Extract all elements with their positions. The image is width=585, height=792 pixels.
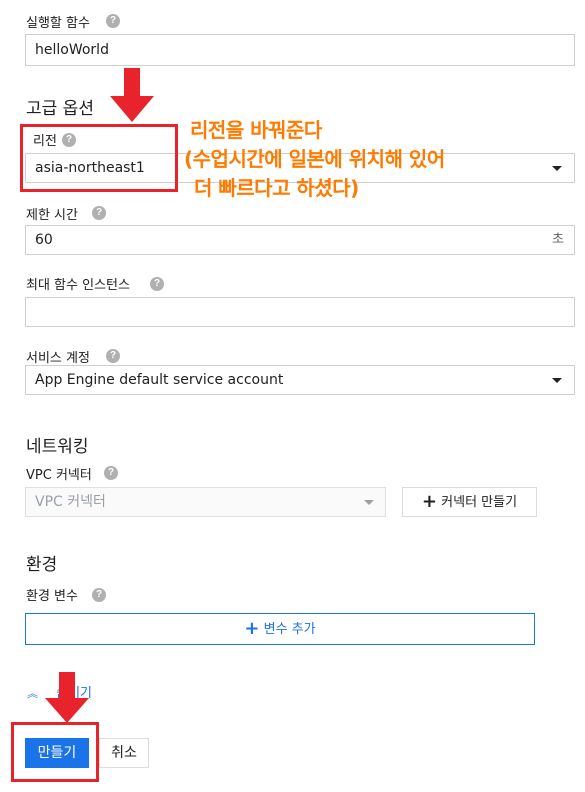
function-input-value: helloWorld [35,42,109,58]
annotation-line-1: 리전을 바꿔준다 [190,118,322,142]
service-account-select-value: App Engine default service account [35,372,284,388]
red-arrow-icon [45,672,89,723]
function-input[interactable]: helloWorld [25,34,575,66]
create-connector-button[interactable]: + 커넥터 만들기 [402,487,537,517]
cancel-button-label: 취소 [111,745,137,761]
cancel-button[interactable]: 취소 [99,738,149,768]
add-variable-button[interactable]: + 변수 추가 [25,613,535,645]
timeout-unit: 초 [552,232,564,247]
vpc-connector-select[interactable]: VPC 커넥터 [25,487,386,517]
chevron-down-icon [552,166,562,171]
add-variable-label: 변수 추가 [263,622,316,637]
create-connector-label: 커넥터 만들기 [441,495,518,510]
chevron-down-icon [552,378,562,383]
advanced-options-title: 고급 옵션 [26,99,94,119]
help-icon[interactable]: ? [92,206,106,220]
plus-icon: + [421,491,438,512]
function-label: 실행할 함수 [26,16,90,31]
max-instances-label: 최대 함수 인스턴스 [26,278,130,293]
timeout-label: 제한 시간 [26,208,78,223]
help-icon[interactable]: ? [106,14,120,28]
help-icon[interactable]: ? [92,588,106,602]
chevron-up-double-icon: ︽ [27,687,38,700]
help-icon[interactable]: ? [106,349,120,363]
vpc-connector-label: VPC 커넥터 [26,468,92,483]
plus-icon: + [244,618,260,639]
help-icon[interactable]: ? [104,466,118,480]
highlight-box-create [11,722,99,782]
annotation-line-2: (수업시간에 일본에 위치해 있어 [184,147,445,171]
env-vars-label: 환경 변수 [26,589,78,604]
vpc-connector-placeholder: VPC 커넥터 [35,494,106,510]
service-account-label: 서비스 계정 [26,351,90,366]
timeout-input-value: 60 [35,232,53,248]
environment-title: 환경 [26,555,58,575]
annotation-line-3: 더 빠르다고 하셨다) [194,176,359,200]
service-account-select[interactable]: App Engine default service account [25,365,575,395]
red-arrow-icon [110,68,154,122]
max-instances-input[interactable] [25,297,575,327]
networking-title: 네트워킹 [26,437,89,457]
chevron-down-icon [364,500,374,505]
highlight-box-region [20,124,178,192]
help-icon[interactable]: ? [150,277,164,291]
timeout-input[interactable]: 60 초 [25,225,575,255]
